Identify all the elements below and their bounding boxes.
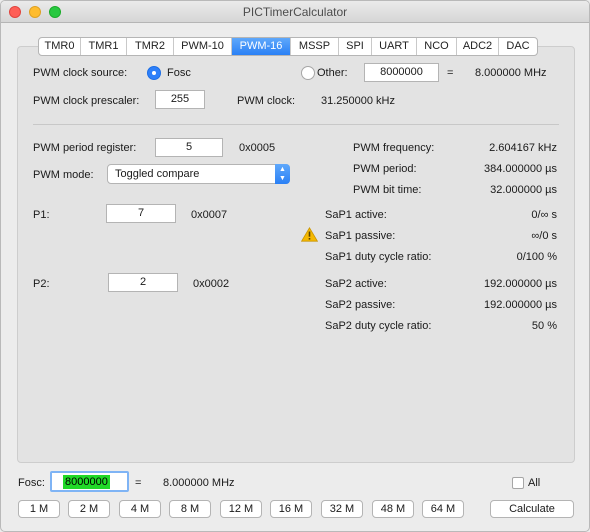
sap1-duty-label: SaP1 duty cycle ratio: (325, 251, 432, 263)
pwm-mode-select[interactable]: Toggled compare ▲ ▼ (107, 164, 290, 184)
warning-triangle-icon (301, 227, 318, 242)
preset-1m-button[interactable]: 1 M (18, 500, 60, 518)
sap1-active-label: SaP1 active: (325, 209, 387, 221)
tab-pwm-16[interactable]: PWM-16 (232, 38, 291, 55)
sap1-passive-value: ∞/0 s (531, 230, 557, 242)
sap2-active-label: SaP2 active: (325, 278, 387, 290)
pwm-clock-label: PWM clock: (237, 95, 296, 107)
sap2-passive-label: SaP2 passive: (325, 299, 396, 311)
all-checkbox[interactable] (512, 477, 524, 489)
pwm-period-value: 384.000000 µs (483, 163, 557, 175)
fosc-frequency: 8.000000 MHz (163, 477, 235, 489)
pwm-bit-time-label: PWM bit time: (353, 184, 422, 196)
tab-bar: TMR0 TMR1 TMR2 PWM-10 PWM-16 MSSP SPI UA… (38, 37, 538, 56)
pwm-period-label: PWM period: (353, 163, 417, 175)
tab-mssp[interactable]: MSSP (291, 38, 339, 55)
sap2-passive-value: 192.000000 µs (483, 299, 557, 311)
tab-adc2[interactable]: ADC2 (457, 38, 499, 55)
calculate-button[interactable]: Calculate (490, 500, 574, 518)
fosc-radio-label[interactable]: Fosc (167, 67, 191, 79)
tab-tmr1[interactable]: TMR1 (81, 38, 127, 55)
pwm-mode-label: PWM mode: (33, 169, 94, 181)
preset-12m-button[interactable]: 12 M (220, 500, 262, 518)
sap2-active-value: 192.000000 µs (483, 278, 557, 290)
other-equals-sign: = (447, 67, 454, 79)
sap1-duty-value: 0/100 % (516, 251, 557, 263)
period-register-input[interactable]: 5 (155, 138, 223, 157)
fosc-radio[interactable] (147, 66, 161, 80)
window-title: PICTimerCalculator (242, 5, 348, 19)
sap1-active-value: 0/∞ s (531, 209, 557, 221)
other-radio[interactable] (301, 66, 315, 80)
p1-label: P1: (33, 209, 50, 221)
other-frequency-input[interactable]: 8000000 (364, 63, 439, 82)
tab-tmr0[interactable]: TMR0 (39, 38, 81, 55)
tab-tmr2[interactable]: TMR2 (127, 38, 174, 55)
p1-hex: 0x0007 (191, 209, 228, 221)
updown-chevron-icon: ▲ ▼ (275, 164, 290, 184)
preset-4m-button[interactable]: 4 M (119, 500, 161, 518)
sap2-duty-label: SaP2 duty cycle ratio: (325, 320, 432, 332)
prescaler-label: PWM clock prescaler: (33, 95, 140, 107)
tab-spi[interactable]: SPI (339, 38, 372, 55)
pwm-frequency-label: PWM frequency: (353, 142, 435, 154)
prescaler-input[interactable]: 255 (155, 90, 205, 109)
clock-source-label: PWM clock source: (33, 67, 128, 79)
pwm-bit-time-value: 32.000000 µs (490, 184, 557, 196)
p2-label: P2: (33, 278, 50, 290)
preset-8m-button[interactable]: 8 M (169, 500, 211, 518)
period-register-label: PWM period register: (33, 142, 137, 154)
title-bar: PICTimerCalculator (1, 1, 589, 23)
other-radio-label[interactable]: Other: (317, 67, 348, 79)
preset-32m-button[interactable]: 32 M (321, 500, 363, 518)
preset-2m-button[interactable]: 2 M (68, 500, 110, 518)
period-register-hex: 0x0005 (239, 142, 276, 154)
fosc-equals-sign: = (135, 477, 142, 489)
tab-uart[interactable]: UART (372, 38, 417, 55)
preset-48m-button[interactable]: 48 M (372, 500, 414, 518)
pwm-frequency-value: 2.604167 kHz (489, 142, 557, 154)
fosc-label: Fosc: (18, 477, 45, 489)
sap2-duty-value: 50 % (531, 320, 557, 332)
tab-nco[interactable]: NCO (417, 38, 457, 55)
all-checkbox-label[interactable]: All (528, 477, 540, 489)
section-divider (33, 124, 559, 125)
preset-64m-button[interactable]: 64 M (422, 500, 464, 518)
sap1-passive-label: SaP1 passive: (325, 230, 396, 242)
preset-16m-button[interactable]: 16 M (270, 500, 312, 518)
tab-dac[interactable]: DAC (499, 38, 537, 55)
pwm-clock-value: 31.250000 kHz (321, 95, 395, 107)
app-window: PICTimerCalculator TMR0 TMR1 TMR2 PWM-10… (0, 0, 590, 532)
p2-hex: 0x0002 (193, 278, 230, 290)
p2-input[interactable]: 2 (108, 273, 178, 292)
fosc-input[interactable]: 8000000 (50, 471, 129, 492)
tab-pwm-10[interactable]: PWM-10 (174, 38, 232, 55)
other-frequency-value: 8.000000 MHz (475, 67, 547, 79)
pwm-mode-selected: Toggled compare (115, 168, 200, 180)
fosc-input-value: 8000000 (63, 475, 110, 489)
p1-input[interactable]: 7 (106, 204, 176, 223)
